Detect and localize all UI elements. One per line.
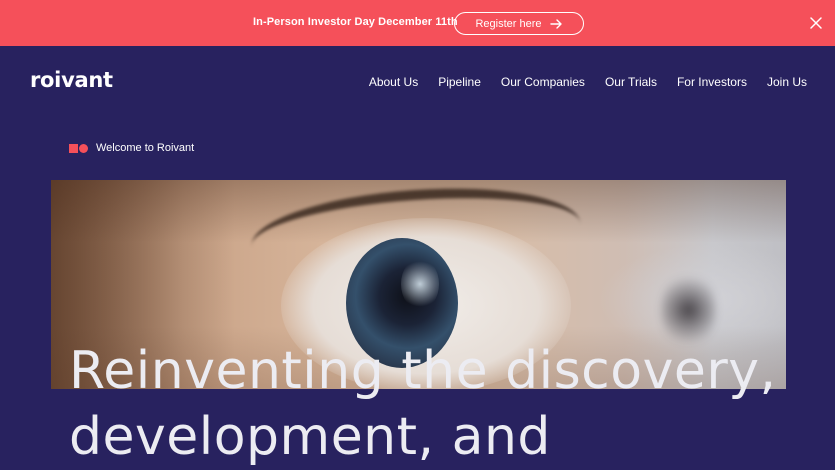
register-button[interactable]: Register here — [454, 12, 584, 35]
arrow-right-icon — [549, 18, 562, 29]
welcome-tag: Welcome to Roivant — [69, 142, 194, 154]
nav-pipeline[interactable]: Pipeline — [438, 75, 481, 89]
nav-for-investors[interactable]: For Investors — [677, 75, 747, 89]
headline-line-2: development, and — [69, 407, 551, 467]
nav-about-us[interactable]: About Us — [369, 75, 418, 89]
announcement-text: In-Person Investor Day December 11th — [253, 16, 458, 28]
site-header: roivant About Us Pipeline Our Companies … — [0, 46, 835, 118]
logo[interactable]: roivant — [30, 68, 113, 92]
close-icon[interactable] — [809, 16, 823, 30]
roivant-mark-icon — [69, 143, 88, 153]
nav-our-companies[interactable]: Our Companies — [501, 75, 585, 89]
main-nav: About Us Pipeline Our Companies Our Tria… — [369, 75, 807, 89]
hero-headline: Reinventing the discovery, development, … — [69, 338, 809, 470]
nav-join-us[interactable]: Join Us — [767, 75, 807, 89]
welcome-label: Welcome to Roivant — [96, 142, 195, 154]
announcement-bar: In-Person Investor Day December 11th Reg… — [0, 0, 835, 46]
nav-our-trials[interactable]: Our Trials — [605, 75, 657, 89]
headline-line-1: Reinventing the discovery, — [69, 341, 777, 401]
register-button-label: Register here — [475, 17, 542, 30]
